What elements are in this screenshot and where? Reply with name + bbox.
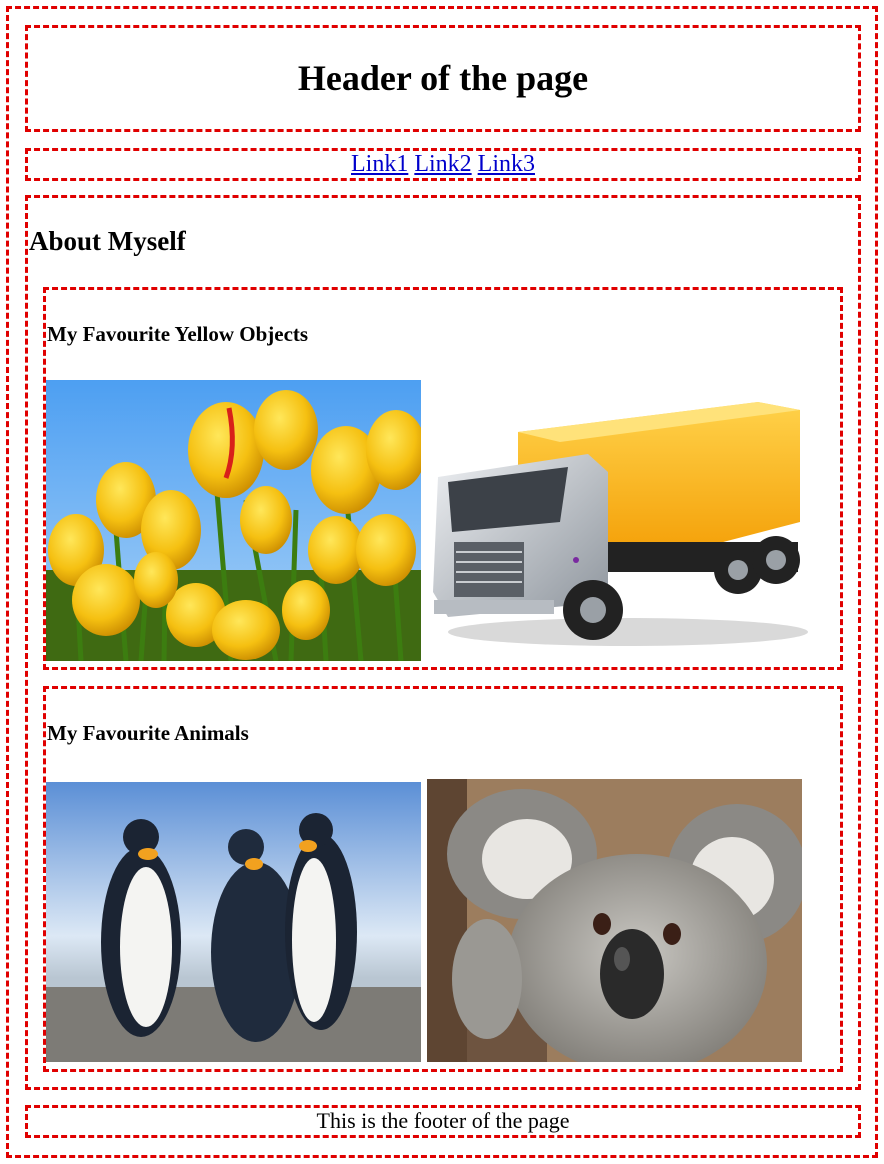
truck-image <box>428 392 814 654</box>
animals-title: My Favourite Animals <box>47 721 249 745</box>
yellow-objects-title: My Favourite Yellow Objects <box>47 322 309 346</box>
koala-image <box>427 779 802 1062</box>
main-title: About Myself <box>29 226 186 256</box>
tulips-image <box>46 380 421 661</box>
nav-link-2[interactable]: Link2 <box>414 151 471 177</box>
nav-link-3[interactable]: Link3 <box>478 151 535 177</box>
footer-text: This is the footer of the page <box>316 1108 570 1133</box>
penguins-image <box>46 782 421 1062</box>
page-title: Header of the page <box>297 58 589 98</box>
nav-link-1[interactable]: Link1 <box>351 151 408 177</box>
nav-links: Link1 Link2 Link3 <box>25 149 861 179</box>
